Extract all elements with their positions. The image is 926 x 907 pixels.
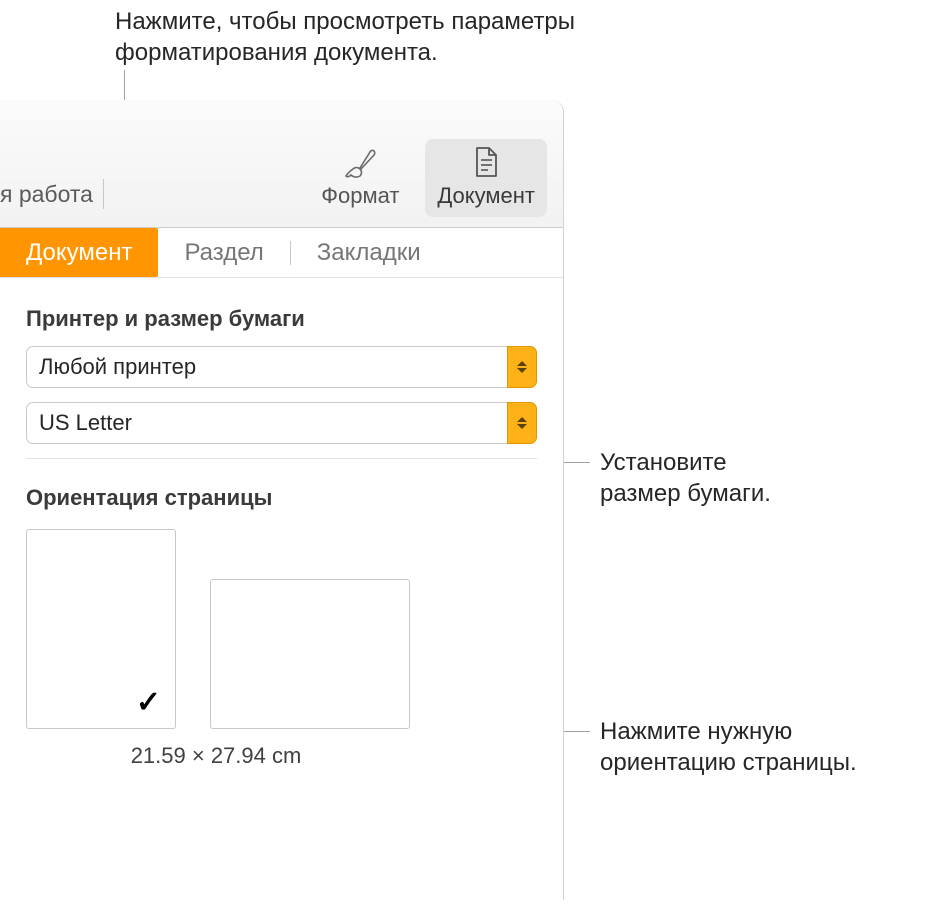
format-button[interactable]: Формат bbox=[309, 139, 411, 217]
printer-popup[interactable]: Любой принтер bbox=[26, 346, 537, 388]
paper-size-popup[interactable]: US Letter bbox=[26, 402, 537, 444]
toolbar-right-group: Формат Документ bbox=[309, 139, 547, 217]
document-button-label: Документ bbox=[437, 183, 535, 209]
orientation-row bbox=[26, 529, 537, 729]
format-button-label: Формат bbox=[321, 183, 399, 209]
toolbar-item-truncated[interactable]: я работа bbox=[0, 179, 104, 209]
printer-popup-value: Любой принтер bbox=[39, 354, 196, 380]
document-icon bbox=[469, 145, 503, 179]
tab-bookmarks[interactable]: Закладки bbox=[291, 228, 447, 277]
callout-orient-text: Нажмите нужную ориентацию страницы. bbox=[600, 716, 857, 778]
orientation-header: Ориентация страницы bbox=[26, 485, 537, 511]
inspector-tabbar: Документ Раздел Закладки bbox=[0, 228, 563, 278]
callout-paper-text: Установите размер бумаги. bbox=[600, 447, 771, 509]
inspector-window: я работа Формат Документ bbox=[0, 100, 564, 900]
orientation-portrait[interactable] bbox=[26, 529, 176, 729]
document-panel: Принтер и размер бумаги Любой принтер US… bbox=[0, 278, 563, 769]
section-divider bbox=[26, 458, 537, 459]
orientation-landscape[interactable] bbox=[210, 579, 410, 729]
toolbar: я работа Формат Документ bbox=[0, 100, 563, 228]
paper-size-popup-value: US Letter bbox=[39, 410, 132, 436]
paintbrush-icon bbox=[343, 145, 377, 179]
popup-knob-icon bbox=[507, 402, 537, 444]
document-button[interactable]: Документ bbox=[425, 139, 547, 217]
printer-paper-header: Принтер и размер бумаги bbox=[26, 306, 537, 332]
popup-knob-icon bbox=[507, 346, 537, 388]
tab-document[interactable]: Документ bbox=[0, 228, 158, 277]
callout-top-text: Нажмите, чтобы просмотреть параметры фор… bbox=[115, 6, 575, 68]
tab-section[interactable]: Раздел bbox=[158, 228, 289, 277]
orientation-dimensions: 21.59 × 27.94 cm bbox=[26, 743, 406, 769]
